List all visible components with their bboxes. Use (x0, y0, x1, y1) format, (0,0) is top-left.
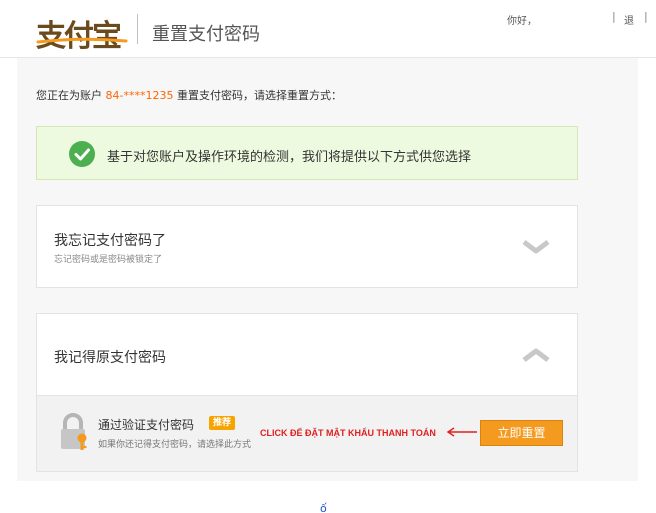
lock-key-icon (61, 413, 87, 450)
logout-link[interactable]: 退 (624, 12, 634, 27)
account-number: 84-****1235 (105, 89, 174, 102)
intro-prefix: 您正在为账户 (36, 89, 102, 102)
recommended-badge: 推荐 (209, 416, 236, 430)
page-title: 重置支付密码 (152, 24, 260, 45)
annotation-text: CLICK ĐỂ ĐẶT MẬT KHẨU THANH TOÁN (260, 428, 436, 438)
reset-now-button[interactable]: 立即重置 (480, 420, 563, 446)
card-title: 我记得原支付密码 (54, 350, 166, 366)
logo-swoosh-icon (36, 37, 128, 44)
bottom-text: ố (320, 502, 327, 513)
header-separator-2: | (644, 10, 648, 23)
notice-text: 基于对您账户及操作环境的检测，我们将提供以下方式供您选择 (107, 150, 472, 165)
chevron-down-icon[interactable] (522, 239, 550, 255)
check-circle-icon (69, 141, 95, 167)
alipay-logo[interactable]: 支付宝 (36, 11, 122, 55)
option-remember-password[interactable]: 我记得原支付密码 (36, 313, 578, 396)
arrow-left-icon (446, 427, 477, 437)
header-divider (137, 14, 138, 44)
account-intro: 您正在为账户 84-****1235 重置支付密码，请选择重置方式： (36, 87, 342, 103)
verify-password-option: 通过验证支付密码 推荐 如果你还记得支付密码，请选择此方式 CLICK ĐỂ Đ… (36, 396, 578, 472)
greeting-text: 你好， (507, 16, 537, 27)
intro-suffix: 重置支付密码，请选择重置方式： (176, 89, 342, 102)
card-title: 我忘记支付密码了 (54, 233, 166, 249)
header-separator: | (612, 10, 616, 23)
header: 支付宝 重置支付密码 你好， | 退 | (0, 0, 656, 58)
option-subtitle: 如果你还记得支付密码，请选择此方式 (98, 440, 252, 450)
card-subtitle: 忘记密码或是密码被锁定了 (54, 255, 163, 265)
chevron-up-icon[interactable] (522, 347, 550, 363)
option-forgot-password[interactable]: 我忘记支付密码了 忘记密码或是密码被锁定了 (36, 205, 578, 288)
detection-notice: 基于对您账户及操作环境的检测，我们将提供以下方式供您选择 (36, 126, 578, 180)
option-title: 通过验证支付密码 (98, 418, 195, 432)
